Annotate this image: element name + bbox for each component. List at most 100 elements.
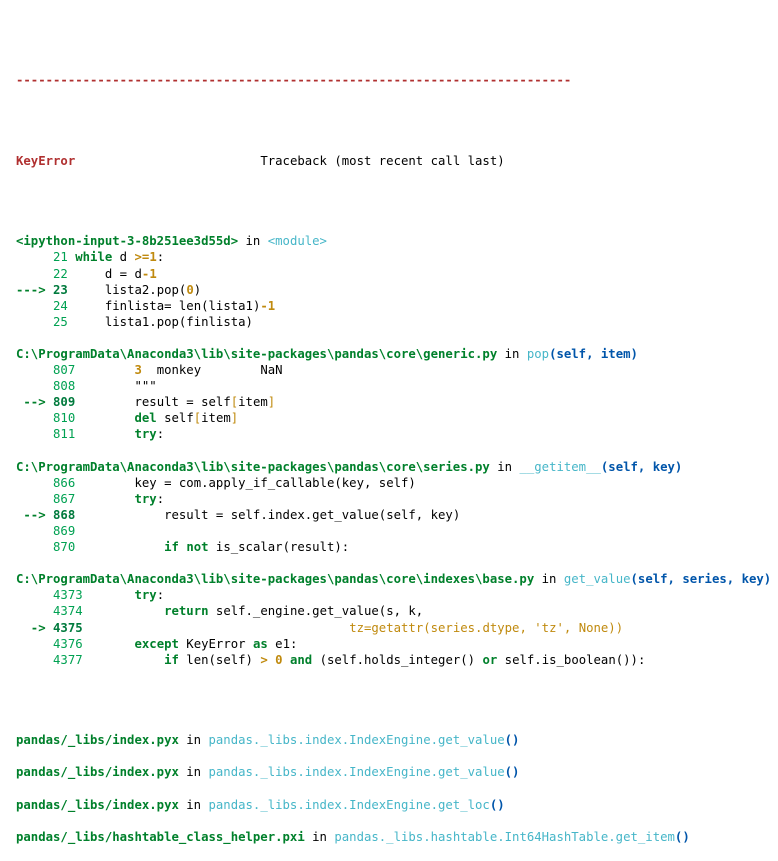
compiled-frame-in-keyword: in bbox=[178, 733, 209, 748]
line-number: 4374 bbox=[45, 604, 83, 619]
frame-function-args: (self, key) bbox=[600, 459, 683, 474]
line-marker bbox=[16, 427, 46, 441]
line-marker bbox=[16, 524, 46, 538]
code-line: 4377 if len(self) > 0 and (self.holds_in… bbox=[16, 652, 778, 668]
line-code: result = self.index.get_value(self, key) bbox=[164, 507, 461, 522]
line-code: try: bbox=[134, 427, 165, 442]
frame-in-keyword: in bbox=[238, 234, 268, 249]
compiled-frame-parens: () bbox=[504, 733, 520, 748]
line-number: 807 bbox=[45, 363, 76, 378]
line-number: 22 bbox=[45, 266, 68, 281]
compiled-frame-location: pandas/_libs/index.pyx in pandas._libs.i… bbox=[16, 764, 778, 780]
compiled-frame-path: pandas/_libs/index.pyx bbox=[16, 733, 179, 748]
code-line: 25 lista1.pop(finlista) bbox=[16, 314, 778, 330]
compiled-frame-in-keyword: in bbox=[178, 765, 209, 780]
compiled-frame-parens: () bbox=[489, 797, 505, 812]
code-line: 4373 try: bbox=[16, 587, 778, 603]
frame-in-keyword: in bbox=[534, 572, 564, 587]
code-line: 811 try: bbox=[16, 426, 778, 442]
line-marker bbox=[16, 588, 46, 602]
line-number: 811 bbox=[45, 427, 76, 442]
line-number: 808 bbox=[45, 379, 76, 394]
compiled-frame-gap bbox=[16, 813, 778, 829]
line-number: 866 bbox=[45, 475, 76, 490]
line-marker bbox=[16, 492, 46, 506]
line-code: finlista= len(lista1)-1 bbox=[104, 298, 276, 313]
frame-location: C:\ProgramData\Anaconda3\lib\site-packag… bbox=[16, 571, 778, 587]
line-marker bbox=[16, 653, 46, 667]
compiled-frame-list: pandas/_libs/index.pyx in pandas._libs.i… bbox=[16, 716, 778, 845]
line-code: d = d-1 bbox=[104, 266, 157, 281]
frame-in-keyword: in bbox=[489, 459, 520, 474]
code-line: 807 3 monkey NaN bbox=[16, 362, 778, 378]
line-number: 4373 bbox=[45, 588, 83, 603]
frame-gap bbox=[16, 330, 778, 346]
exception-name: KeyError bbox=[16, 153, 76, 168]
compiled-frame-path: pandas/_libs/index.pyx bbox=[16, 797, 179, 812]
line-code: except KeyError as e1: bbox=[134, 636, 298, 651]
compiled-frame-qualname: pandas._libs.hashtable.Int64HashTable.ge… bbox=[334, 829, 675, 844]
line-number: 867 bbox=[45, 491, 76, 506]
line-number: 21 bbox=[45, 250, 68, 265]
line-number: 25 bbox=[45, 314, 68, 329]
line-marker bbox=[16, 267, 46, 281]
frame-location: <ipython-input-3-8b251ee3d55d> in <modul… bbox=[16, 233, 778, 249]
line-marker bbox=[16, 411, 46, 425]
code-line: -> 4375 tz=getattr(series.dtype, 'tz', N… bbox=[16, 620, 778, 636]
line-marker bbox=[16, 540, 46, 554]
compiled-frame-qualname: pandas._libs.index.IndexEngine.get_value bbox=[208, 765, 505, 780]
line-number: 870 bbox=[45, 540, 76, 555]
code-line: ---> 23 lista2.pop(0) bbox=[16, 282, 778, 298]
line-marker bbox=[16, 363, 46, 377]
line-number: 4375 bbox=[45, 620, 83, 635]
frame-function-name: get_value bbox=[563, 572, 631, 587]
code-line: --> 868 result = self.index.get_value(se… bbox=[16, 507, 778, 523]
line-number: 810 bbox=[45, 411, 76, 426]
frame-function-name: <module> bbox=[267, 234, 327, 249]
line-code: try: bbox=[134, 588, 165, 603]
line-code: result = self[item] bbox=[134, 395, 276, 410]
line-marker bbox=[16, 299, 46, 313]
line-code: if len(self) > 0 and (self.holds_integer… bbox=[164, 652, 646, 667]
line-code: """ bbox=[134, 379, 157, 394]
compiled-frame-in-keyword: in bbox=[304, 829, 335, 844]
frame-path: C:\ProgramData\Anaconda3\lib\site-packag… bbox=[16, 346, 498, 361]
compiled-frame-gap bbox=[16, 716, 778, 732]
frame-gap bbox=[16, 443, 778, 459]
line-marker: -> bbox=[16, 620, 46, 635]
line-marker: --> bbox=[16, 507, 46, 522]
code-line: 870 if not is_scalar(result): bbox=[16, 539, 778, 555]
code-line: 21 while d >=1: bbox=[16, 249, 778, 265]
line-code: 3 monkey NaN bbox=[134, 363, 283, 378]
frame-function-args: (self, series, key) bbox=[630, 572, 772, 587]
line-number: 869 bbox=[45, 524, 76, 538]
frame-gap bbox=[16, 217, 778, 233]
compiled-frame-path: pandas/_libs/index.pyx bbox=[16, 765, 179, 780]
compiled-frame-parens: () bbox=[504, 765, 520, 780]
code-line: 22 d = d-1 bbox=[16, 266, 778, 282]
frame-location: C:\ProgramData\Anaconda3\lib\site-packag… bbox=[16, 459, 778, 475]
traceback-note: Traceback (most recent call last) bbox=[260, 153, 505, 168]
compiled-frame-in-keyword: in bbox=[178, 797, 209, 812]
separator-dashes: ----------------------------------------… bbox=[16, 73, 572, 88]
compiled-frame-path: pandas/_libs/hashtable_class_helper.pxi bbox=[16, 829, 305, 844]
code-line: 4374 return self._engine.get_value(s, k, bbox=[16, 603, 778, 619]
compiled-frame-location: pandas/_libs/index.pyx in pandas._libs.i… bbox=[16, 797, 778, 813]
line-code: lista2.pop(0) bbox=[104, 282, 202, 297]
line-number: 4376 bbox=[45, 636, 83, 651]
